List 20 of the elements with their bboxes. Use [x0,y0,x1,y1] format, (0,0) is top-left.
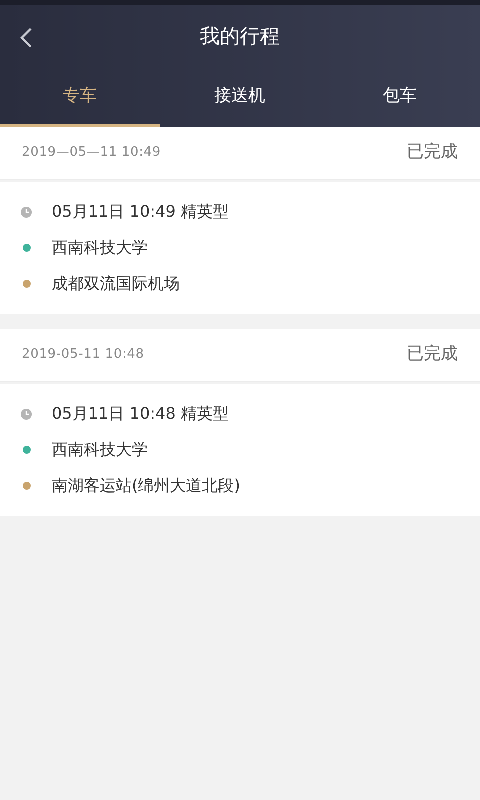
place-name: 西南科技大学 [52,439,148,461]
trip-body[interactable]: 05月11日 10:48 精英型 西南科技大学 南湖客运站(绵州大道北段) [0,384,480,516]
clock-icon [21,408,32,420]
trip-status: 已完成 [407,343,458,366]
place-name: 南湖客运站(绵州大道北段) [52,475,240,497]
place-name: 西南科技大学 [52,237,148,259]
trip-body[interactable]: 05月11日 10:49 精英型 西南科技大学 成都双流国际机场 [0,182,480,314]
trip-header[interactable]: 2019—05—11 10:49 已完成 [0,127,480,180]
tab[interactable]: 接送机 [160,67,320,127]
trip-date: 2019-05-11 10:48 [22,346,144,364]
back-icon[interactable] [20,27,33,49]
trip-date: 2019—05—11 10:49 [22,144,161,162]
page-title: 我的行程 [200,23,280,50]
place-name: 成都双流国际机场 [52,273,180,295]
tab[interactable]: 包车 [320,67,480,127]
clock-icon [21,206,32,218]
trip-time: 05月11日 10:49 精英型 [52,201,229,223]
trip-time: 05月11日 10:48 精英型 [52,403,229,425]
trip-header[interactable]: 2019-05-11 10:48 已完成 [0,329,480,382]
trip-status: 已完成 [407,141,458,164]
